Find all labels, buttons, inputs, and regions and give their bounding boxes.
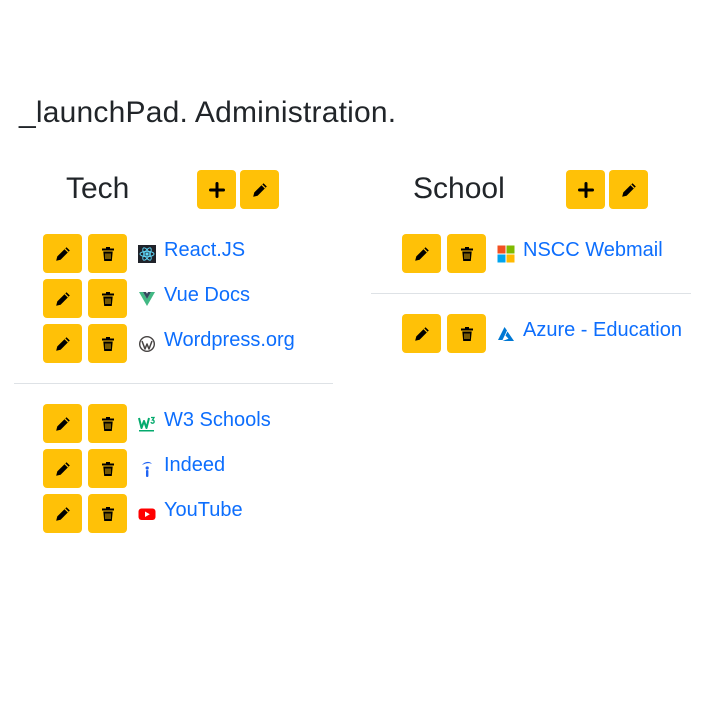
pencil-icon bbox=[55, 246, 70, 261]
delete-link-button[interactable] bbox=[447, 234, 486, 273]
link-indeed[interactable]: Indeed bbox=[164, 454, 225, 477]
link-row: Wordpress.org bbox=[43, 324, 295, 363]
link-w3schools[interactable]: W3 Schools bbox=[164, 409, 271, 432]
edit-link-button[interactable] bbox=[43, 234, 82, 273]
microsoft-logo-icon bbox=[497, 245, 515, 263]
category-header: School bbox=[370, 168, 710, 212]
link-row: W3 Schools bbox=[43, 404, 271, 443]
add-link-button[interactable] bbox=[566, 170, 605, 209]
link-row: Azure - Education bbox=[402, 314, 682, 353]
w3schools-logo-icon bbox=[138, 415, 156, 433]
edit-link-button[interactable] bbox=[402, 234, 441, 273]
edit-link-button[interactable] bbox=[43, 404, 82, 443]
edit-category-button[interactable] bbox=[240, 170, 279, 209]
link-row: NSCC Webmail bbox=[402, 234, 663, 273]
edit-link-button[interactable] bbox=[43, 494, 82, 533]
link-row: React.JS bbox=[43, 234, 295, 273]
page-title: _launchPad. Administration. bbox=[19, 96, 397, 129]
trash-icon bbox=[101, 336, 114, 351]
link-group: Azure - Education bbox=[402, 314, 682, 359]
delete-link-button[interactable] bbox=[447, 314, 486, 353]
link-vue-docs[interactable]: Vue Docs bbox=[164, 284, 250, 307]
link-azure-education[interactable]: Azure - Education bbox=[523, 319, 682, 342]
delete-link-button[interactable] bbox=[88, 279, 127, 318]
category-school: School bbox=[370, 168, 710, 212]
trash-icon bbox=[101, 506, 114, 521]
link-group: NSCC Webmail bbox=[402, 234, 663, 279]
pencil-icon bbox=[414, 246, 429, 261]
delete-link-button[interactable] bbox=[88, 324, 127, 363]
link-group: W3 Schools Indeed YouTube bbox=[43, 404, 271, 539]
delete-link-button[interactable] bbox=[88, 404, 127, 443]
group-divider bbox=[371, 293, 691, 294]
link-nscc-webmail[interactable]: NSCC Webmail bbox=[523, 239, 663, 262]
azure-logo-icon bbox=[497, 325, 515, 343]
category-actions bbox=[197, 170, 279, 209]
pencil-icon bbox=[55, 416, 70, 431]
pencil-icon bbox=[252, 182, 267, 197]
delete-link-button[interactable] bbox=[88, 494, 127, 533]
edit-link-button[interactable] bbox=[43, 279, 82, 318]
plus-icon bbox=[208, 181, 225, 198]
link-row: Vue Docs bbox=[43, 279, 295, 318]
edit-link-button[interactable] bbox=[43, 449, 82, 488]
link-group: React.JS Vue Docs Wordpress.org bbox=[43, 234, 295, 369]
pencil-icon bbox=[55, 461, 70, 476]
pencil-icon bbox=[55, 291, 70, 306]
category-title: Tech bbox=[66, 172, 130, 205]
edit-category-button[interactable] bbox=[609, 170, 648, 209]
trash-icon bbox=[460, 246, 473, 261]
edit-link-button[interactable] bbox=[402, 314, 441, 353]
trash-icon bbox=[101, 416, 114, 431]
pencil-icon bbox=[55, 506, 70, 521]
delete-link-button[interactable] bbox=[88, 234, 127, 273]
trash-icon bbox=[101, 246, 114, 261]
group-divider bbox=[14, 383, 333, 384]
link-wordpress[interactable]: Wordpress.org bbox=[164, 329, 295, 352]
vue-logo-icon bbox=[138, 290, 156, 308]
indeed-logo-icon bbox=[138, 460, 156, 478]
trash-icon bbox=[101, 461, 114, 476]
link-react[interactable]: React.JS bbox=[164, 239, 245, 262]
wordpress-logo-icon bbox=[138, 335, 156, 353]
edit-link-button[interactable] bbox=[43, 324, 82, 363]
pencil-icon bbox=[55, 336, 70, 351]
category-header: Tech bbox=[0, 168, 340, 212]
plus-icon bbox=[577, 181, 594, 198]
delete-link-button[interactable] bbox=[88, 449, 127, 488]
add-link-button[interactable] bbox=[197, 170, 236, 209]
pencil-icon bbox=[621, 182, 636, 197]
react-logo-icon bbox=[138, 244, 156, 263]
pencil-icon bbox=[414, 326, 429, 341]
category-actions bbox=[566, 170, 648, 209]
trash-icon bbox=[101, 291, 114, 306]
youtube-logo-icon bbox=[138, 505, 156, 523]
link-youtube[interactable]: YouTube bbox=[164, 499, 243, 522]
category-title: School bbox=[413, 172, 505, 205]
link-row: Indeed bbox=[43, 449, 271, 488]
category-tech: Tech bbox=[0, 168, 340, 212]
trash-icon bbox=[460, 326, 473, 341]
link-row: YouTube bbox=[43, 494, 271, 533]
